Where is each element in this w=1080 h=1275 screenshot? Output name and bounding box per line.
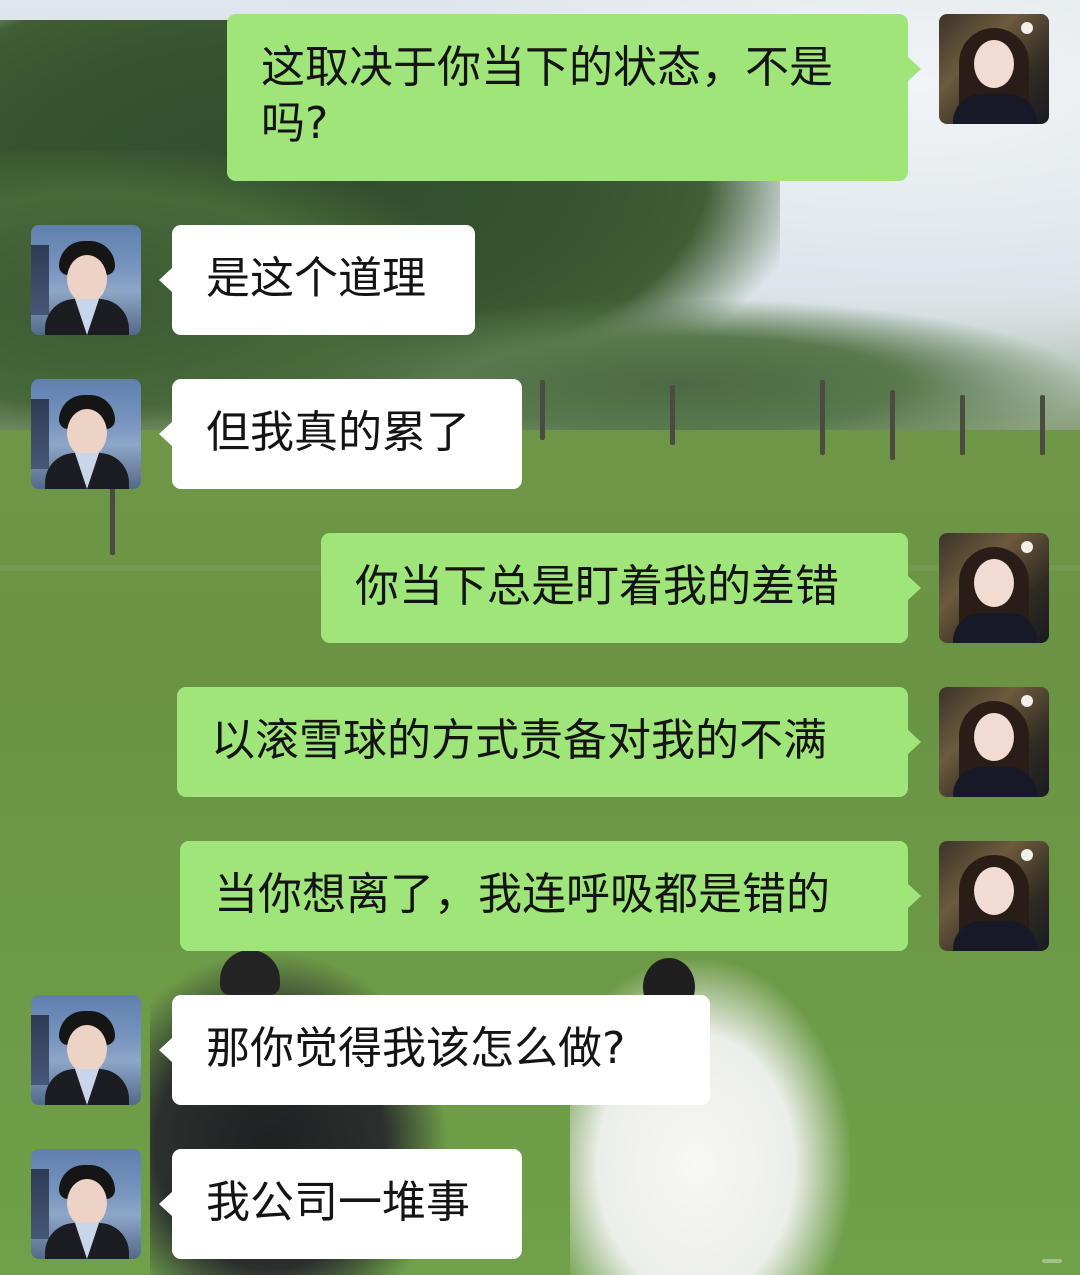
message-text: 是这个道理 xyxy=(206,253,426,304)
message-text: 当你想离了，我连呼吸都是错的 xyxy=(214,869,830,920)
message-bubble-received[interactable]: 那你觉得我该怎么做? xyxy=(159,995,710,1105)
receiver-avatar[interactable] xyxy=(31,1149,141,1259)
message-text: 这取决于你当下的状态，不是吗? xyxy=(261,42,833,149)
sender-avatar[interactable] xyxy=(939,533,1049,643)
watermark-badge xyxy=(1042,1259,1062,1263)
message-text: 我公司一堆事 xyxy=(206,1177,470,1228)
message-text: 你当下总是盯着我的差错 xyxy=(355,561,839,612)
message-bubble-sent[interactable]: 当你想离了，我连呼吸都是错的 xyxy=(180,841,921,951)
message-text: 但我真的累了 xyxy=(206,407,470,458)
message-bubble-received[interactable]: 我公司一堆事 xyxy=(159,1149,522,1259)
sender-avatar[interactable] xyxy=(939,687,1049,797)
message-bubble-sent[interactable]: 这取决于你当下的状态，不是吗? xyxy=(227,14,921,181)
message-bubble-received[interactable]: 但我真的累了 xyxy=(159,379,522,489)
receiver-avatar[interactable] xyxy=(31,225,141,335)
message-bubble-sent[interactable]: 以滚雪球的方式责备对我的不满 xyxy=(177,687,921,797)
message-bubble-sent[interactable]: 你当下总是盯着我的差错 xyxy=(321,533,921,643)
sender-avatar[interactable] xyxy=(939,14,1049,124)
sender-avatar[interactable] xyxy=(939,841,1049,951)
receiver-avatar[interactable] xyxy=(31,995,141,1105)
message-text: 以滚雪球的方式责备对我的不满 xyxy=(211,715,827,766)
message-text: 那你觉得我该怎么做? xyxy=(206,1023,626,1074)
receiver-avatar[interactable] xyxy=(31,379,141,489)
message-bubble-received[interactable]: 是这个道理 xyxy=(159,225,475,335)
